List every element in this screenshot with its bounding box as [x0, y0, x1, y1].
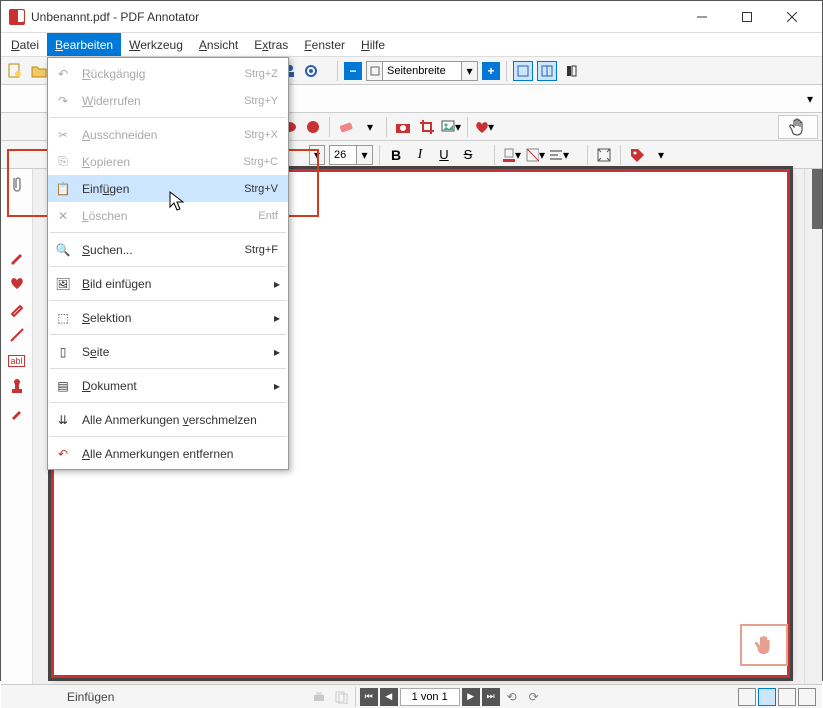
page-input[interactable]: [400, 688, 460, 706]
underline-button[interactable]: U: [434, 145, 454, 165]
left-toolbar: abl: [1, 169, 33, 684]
print-icon[interactable]: [309, 687, 329, 707]
font-size-input[interactable]: [329, 145, 357, 165]
view-mode-1[interactable]: [513, 61, 533, 81]
maximize-button[interactable]: [724, 2, 769, 32]
highlight-color-icon[interactable]: ▾: [525, 145, 545, 165]
dd-merge-annot[interactable]: ⇊Alle Anmerkungen verschmelzen: [48, 406, 288, 433]
font-family-caret[interactable]: ▾: [309, 145, 325, 165]
dd-document[interactable]: ▤Dokument▸: [48, 372, 288, 399]
nav-last[interactable]: ⏭: [482, 688, 500, 706]
bold-button[interactable]: B: [386, 145, 406, 165]
align-icon[interactable]: ▾: [549, 145, 569, 165]
mouse-cursor: [169, 191, 187, 213]
dd-copy[interactable]: ⎘KopierenStrg+C: [48, 148, 288, 175]
scroll-dark-segment: [812, 169, 822, 229]
eraser-icon[interactable]: [336, 117, 356, 137]
eraser-caret-icon[interactable]: ▾: [360, 117, 380, 137]
statusbar: Einfügen ⏮ ◀ ▶ ⏭ ⟲ ⟳: [1, 684, 822, 708]
tag-icon[interactable]: [627, 145, 647, 165]
stamp-icon[interactable]: [7, 377, 27, 397]
dd-redo[interactable]: ↷WiderrufenStrg+Y: [48, 87, 288, 114]
dd-remove-annot[interactable]: ↶Alle Anmerkungen entfernen: [48, 440, 288, 467]
status-view-1[interactable]: [738, 688, 756, 706]
status-text: Einfügen: [67, 690, 114, 704]
dd-insert-image[interactable]: 🖼Bild einfügen▸: [48, 270, 288, 297]
font-size-combo[interactable]: ▾: [329, 145, 373, 165]
marker-icon[interactable]: [7, 299, 27, 319]
nav-fwd-icon[interactable]: ⟳: [524, 687, 544, 707]
zoom-dropdown-caret[interactable]: ▾: [462, 61, 478, 81]
zoom-out-button[interactable]: −: [344, 62, 362, 80]
tag-caret-icon[interactable]: ▾: [651, 145, 671, 165]
line-red-icon[interactable]: [7, 325, 27, 345]
dd-delete[interactable]: ✕LöschenEntf: [48, 202, 288, 229]
dd-selection[interactable]: ⬚Selektion▸: [48, 304, 288, 331]
zoom-input[interactable]: [382, 61, 462, 81]
dd-undo[interactable]: ↶RückgängigStrg+Z: [48, 60, 288, 87]
nav-next[interactable]: ▶: [462, 688, 480, 706]
heart-icon[interactable]: [7, 273, 27, 293]
view-mode-2[interactable]: [537, 61, 557, 81]
status-view-icons: [738, 688, 816, 706]
new-doc-icon[interactable]: [5, 61, 25, 81]
menu-bearbeiten-dropdown: ↶RückgängigStrg+Z ↷WiderrufenStrg+Y ✂Aus…: [47, 57, 289, 470]
menu-ansicht[interactable]: Ansicht: [191, 33, 246, 56]
clip-icon[interactable]: [7, 175, 27, 195]
titlebar: Unbenannt.pdf - PDF Annotator: [1, 1, 822, 33]
font-size-caret[interactable]: ▾: [357, 145, 373, 165]
text-color-icon[interactable]: ▾: [501, 145, 521, 165]
circle-fill-icon[interactable]: [303, 117, 323, 137]
favorite-heart-icon[interactable]: ▾: [474, 117, 494, 137]
brush-icon[interactable]: [7, 403, 27, 423]
dd-paste[interactable]: 📋EinfügenStrg+V: [48, 175, 288, 202]
abl-tool-icon[interactable]: abl: [7, 351, 27, 371]
image-picker-icon[interactable]: ▾: [441, 117, 461, 137]
status-view-2[interactable]: [758, 688, 776, 706]
menu-extras[interactable]: Extras: [246, 33, 296, 56]
strike-button[interactable]: S: [458, 145, 478, 165]
window-title: Unbenannt.pdf - PDF Annotator: [31, 10, 199, 24]
dd-page[interactable]: ▯Seite▸: [48, 338, 288, 365]
crop-icon[interactable]: [417, 117, 437, 137]
menu-fenster[interactable]: Fenster: [296, 33, 353, 56]
menu-hilfe[interactable]: Hilfe: [353, 33, 393, 56]
status-view-3[interactable]: [778, 688, 796, 706]
camera-icon[interactable]: [393, 117, 413, 137]
close-button[interactable]: [769, 2, 814, 32]
hand-tool-bottom[interactable]: [740, 624, 788, 666]
menu-datei[interactable]: Datei: [3, 33, 47, 56]
hand-tool-top[interactable]: [778, 115, 818, 139]
menu-bearbeiten[interactable]: Bearbeiten: [47, 33, 121, 56]
view-mode-3[interactable]: [561, 61, 581, 81]
dd-cut[interactable]: ✂AusschneidenStrg+X: [48, 121, 288, 148]
right-scrollbar[interactable]: [804, 169, 822, 684]
open-folder-icon[interactable]: [29, 61, 49, 81]
fit-icon[interactable]: [594, 145, 614, 165]
dd-search[interactable]: 🔍Suchen...Strg+F: [48, 236, 288, 263]
status-view-4[interactable]: [798, 688, 816, 706]
pen-red-icon[interactable]: [7, 247, 27, 267]
italic-button[interactable]: I: [410, 145, 430, 165]
settings-icon[interactable]: [301, 61, 321, 81]
tab-caret-icon[interactable]: ▾: [802, 89, 818, 109]
nav-first[interactable]: ⏮: [360, 688, 378, 706]
zoom-combo[interactable]: ▾: [366, 61, 478, 81]
zoom-in-button[interactable]: +: [482, 62, 500, 80]
menu-werkzeug[interactable]: Werkzeug: [121, 33, 191, 56]
app-icon: [9, 9, 25, 25]
nav-prev[interactable]: ◀: [380, 688, 398, 706]
copy-page-icon[interactable]: [331, 687, 351, 707]
menubar: Datei Bearbeiten Werkzeug Ansicht Extras…: [1, 33, 822, 57]
nav-back-icon[interactable]: ⟲: [502, 687, 522, 707]
page-nav: ⏮ ◀ ▶ ⏭ ⟲ ⟳: [309, 687, 544, 707]
minimize-button[interactable]: [679, 2, 724, 32]
